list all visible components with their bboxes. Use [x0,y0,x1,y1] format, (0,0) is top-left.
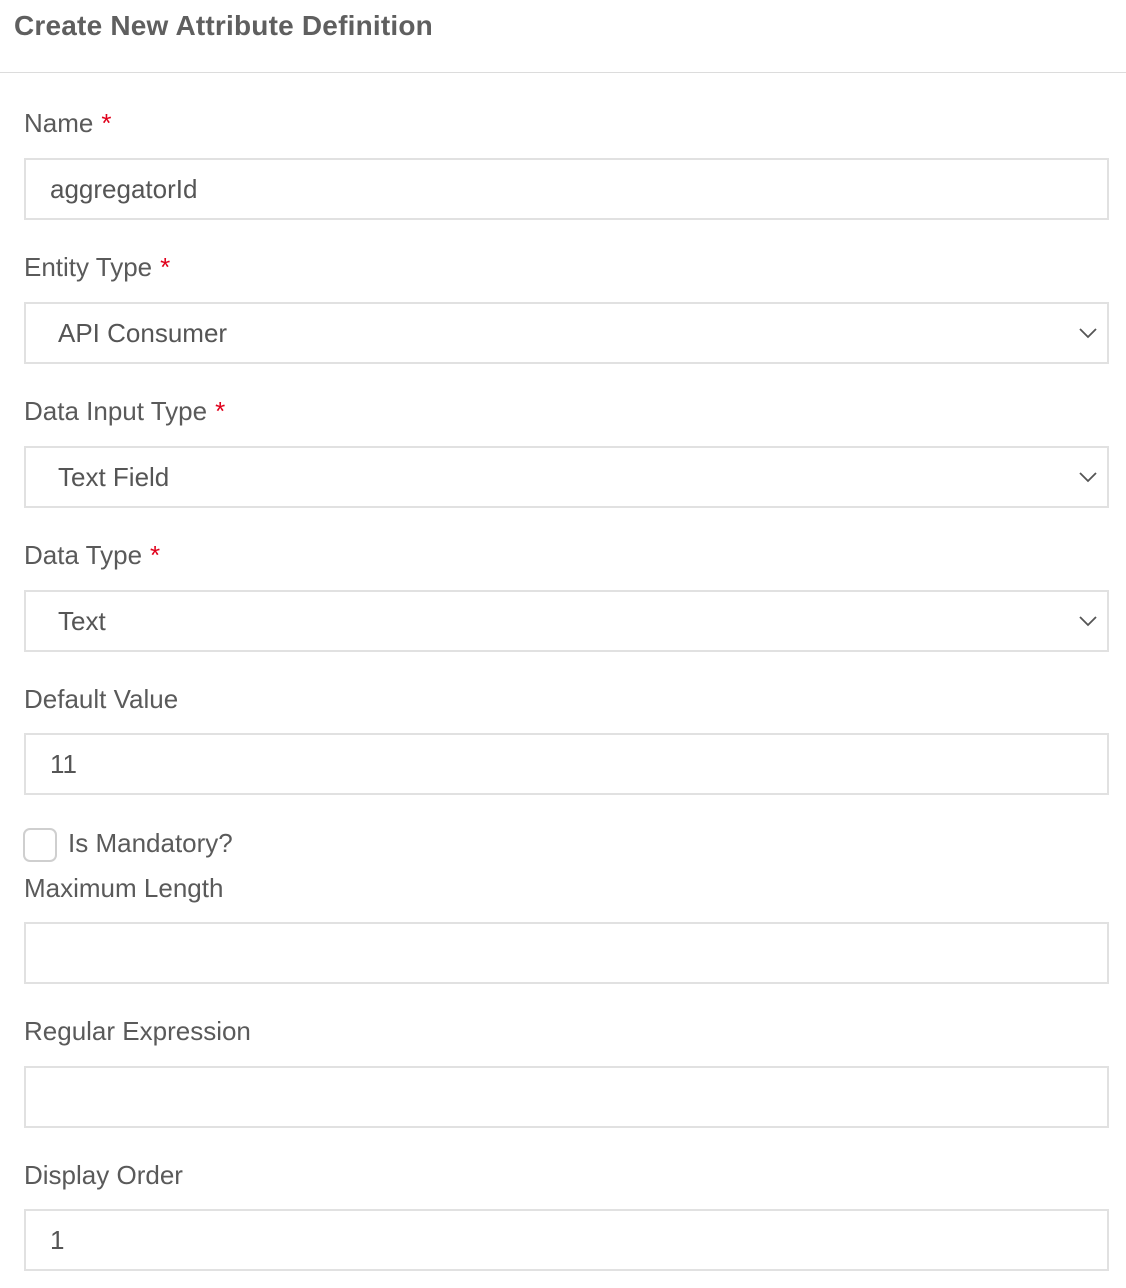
data-input-type-label-text: Data Input Type [24,396,208,426]
entity-type-label-text: Entity Type [24,252,153,282]
data-type-selected: Text [58,606,106,636]
required-mark: * [215,396,226,426]
data-input-type-selected: Text Field [58,462,170,492]
name-label-text: Name [24,108,94,138]
name-input[interactable]: aggregatorId [24,158,1109,220]
data-type-select[interactable]: Text [24,590,1109,652]
data-type-label: Data Type * [24,540,160,571]
maximum-length-label: Maximum Length [24,873,224,903]
required-mark: * [160,252,171,282]
is-mandatory-label[interactable]: Is Mandatory? [68,828,233,859]
default-value-label: Default Value [24,684,179,714]
entity-type-select[interactable]: API Consumer [24,302,1109,364]
is-mandatory-checkbox[interactable] [23,828,57,862]
regular-expression-input[interactable] [24,1066,1109,1128]
entity-type-selected: API Consumer [58,318,228,348]
display-order-label: Display Order [24,1160,183,1190]
page-title: Create New Attribute Definition [14,10,433,41]
chevron-down-icon [1079,616,1097,627]
data-input-type-select[interactable]: Text Field [24,446,1109,508]
dialog-header: Create New Attribute Definition [0,0,1126,73]
data-input-type-label: Data Input Type * [24,396,225,427]
name-input-value: aggregatorId [50,174,198,204]
required-mark: * [150,540,161,570]
default-value-input[interactable]: 11 [24,733,1109,795]
required-mark: * [101,108,112,138]
display-order-input-value: 1 [50,1225,65,1255]
maximum-length-input[interactable] [24,922,1109,984]
entity-type-label: Entity Type * [24,252,170,283]
default-value-input-value: 11 [50,749,77,779]
regular-expression-label: Regular Expression [24,1016,251,1046]
chevron-down-icon [1079,328,1097,339]
name-label: Name * [24,108,111,139]
display-order-input[interactable]: 1 [24,1209,1109,1271]
chevron-down-icon [1079,472,1097,483]
data-type-label-text: Data Type [24,540,143,570]
